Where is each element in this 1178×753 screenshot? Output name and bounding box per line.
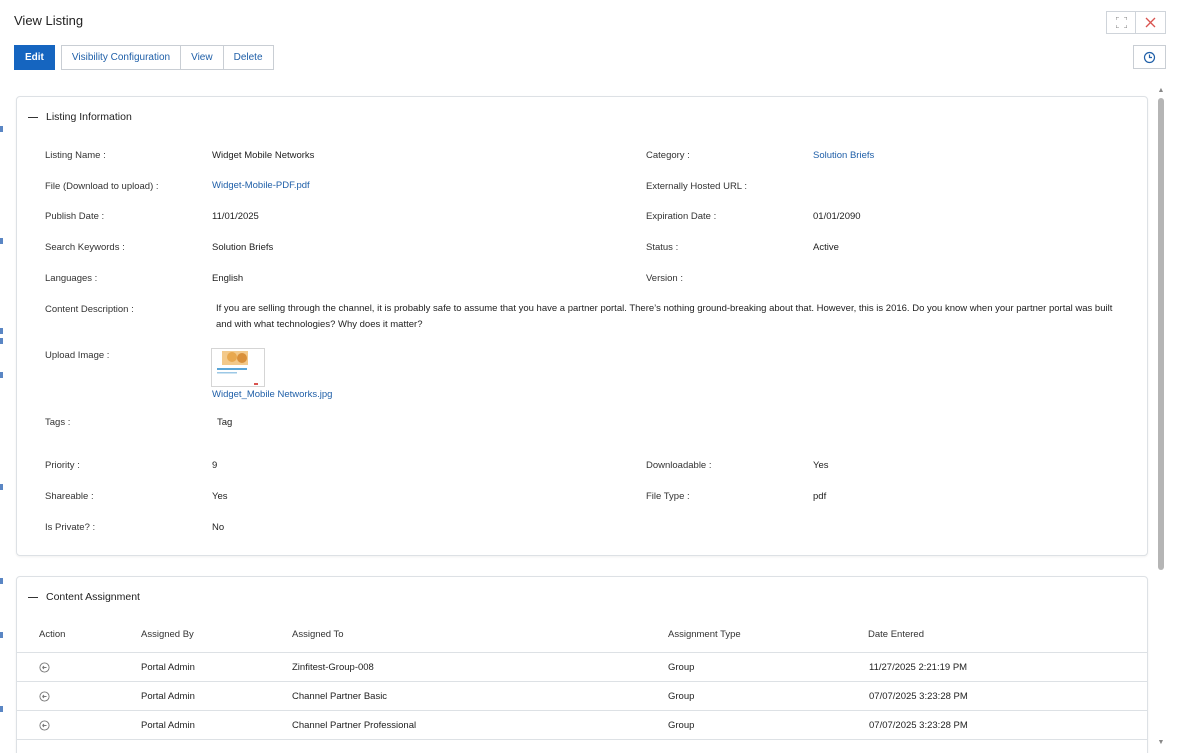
window-controls bbox=[1106, 11, 1166, 34]
column-header-action[interactable]: Action bbox=[39, 629, 65, 640]
hosted-url-label: Externally Hosted URL : bbox=[646, 181, 748, 192]
tag-value: Tag bbox=[217, 417, 233, 428]
version-label: Version : bbox=[646, 273, 683, 284]
content-assignment-header[interactable]: Content Assignment bbox=[28, 591, 140, 603]
assignment-type-cell: Group bbox=[668, 720, 695, 731]
priority-label: Priority : bbox=[45, 460, 80, 471]
background-page-edge bbox=[0, 0, 3, 753]
revoke-icon[interactable] bbox=[39, 720, 50, 731]
close-icon bbox=[1145, 17, 1156, 28]
edit-button[interactable]: Edit bbox=[14, 45, 55, 70]
assigned-to-cell: Zinfitest-Group-008 bbox=[292, 662, 374, 673]
scroll-up-arrow[interactable]: ▲ bbox=[1157, 87, 1165, 95]
history-button[interactable] bbox=[1133, 45, 1166, 69]
expiration-date-value: 01/01/2090 bbox=[813, 211, 861, 222]
delete-button[interactable]: Delete bbox=[223, 45, 274, 70]
priority-value: 9 bbox=[212, 460, 218, 471]
date-entered-cell: 07/07/2025 3:23:28 PM bbox=[869, 720, 968, 731]
scroll-down-arrow[interactable]: ▼ bbox=[1157, 739, 1165, 747]
collapse-icon bbox=[28, 116, 38, 118]
status-value: Active bbox=[813, 242, 839, 253]
status-label: Status : bbox=[646, 242, 679, 253]
upload-image-label: Upload Image : bbox=[45, 350, 110, 361]
assigned-by-cell: Portal Admin bbox=[141, 720, 195, 731]
content-description-label: Content Description : bbox=[45, 304, 134, 315]
revoke-icon[interactable] bbox=[39, 691, 50, 702]
visibility-configuration-button[interactable]: Visibility Configuration bbox=[60, 45, 182, 70]
scrollbar-thumb[interactable] bbox=[1158, 98, 1164, 570]
column-header-assignment-type[interactable]: Assignment Type bbox=[668, 629, 741, 640]
listing-name-value: Widget Mobile Networks bbox=[212, 150, 315, 161]
column-header-assigned-to[interactable]: Assigned To bbox=[292, 629, 344, 640]
view-button[interactable]: View bbox=[181, 45, 224, 70]
close-button[interactable] bbox=[1136, 11, 1166, 34]
content-description-value: If you are selling through the channel, … bbox=[216, 303, 1113, 330]
shareable-value: Yes bbox=[212, 491, 228, 502]
file-label: File (Download to upload) : bbox=[45, 181, 159, 192]
assigned-by-cell: Portal Admin bbox=[141, 662, 195, 673]
upload-image-link[interactable]: Widget_Mobile Networks.jpg bbox=[212, 389, 332, 400]
search-keywords-value: Solution Briefs bbox=[212, 242, 274, 253]
section-title: Content Assignment bbox=[46, 591, 140, 603]
collapse-icon bbox=[28, 596, 38, 598]
history-icon bbox=[1143, 51, 1156, 63]
shareable-label: Shareable : bbox=[45, 491, 94, 502]
category-label: Category : bbox=[646, 150, 690, 161]
column-header-assigned-by[interactable]: Assigned By bbox=[141, 629, 194, 640]
file-type-value: pdf bbox=[813, 491, 827, 502]
table-row: Portal Admin Zinfitest-Group-008 Group 1… bbox=[17, 652, 1147, 681]
downloadable-label: Downloadable : bbox=[646, 460, 712, 471]
assigned-to-cell: Channel Partner Professional bbox=[292, 720, 417, 731]
action-toolbar: Edit Visibility Configuration View Delet… bbox=[14, 45, 274, 70]
column-header-date-entered[interactable]: Date Entered bbox=[868, 629, 924, 640]
maximize-button[interactable] bbox=[1106, 11, 1136, 34]
is-private-label: Is Private? : bbox=[45, 522, 96, 533]
listing-information-header[interactable]: Listing Information bbox=[28, 111, 132, 123]
tags-label: Tags : bbox=[45, 417, 71, 428]
publish-date-label: Publish Date : bbox=[45, 211, 105, 222]
file-download-link[interactable]: Widget-Mobile-PDF.pdf bbox=[212, 180, 310, 191]
listing-image-thumbnail[interactable] bbox=[211, 348, 265, 387]
category-link[interactable]: Solution Briefs bbox=[813, 150, 874, 161]
date-entered-cell: 11/27/2025 2:21:19 PM bbox=[869, 662, 968, 673]
languages-value: English bbox=[212, 273, 244, 284]
listing-information-panel: Listing Information Listing Name : Widge… bbox=[16, 96, 1148, 556]
assignment-type-cell: Group bbox=[668, 691, 695, 702]
is-private-value: No bbox=[212, 522, 225, 533]
table-row: Portal Admin Channel Partner Basic Group… bbox=[17, 681, 1147, 710]
file-type-label: File Type : bbox=[646, 491, 690, 502]
table-row bbox=[17, 739, 1147, 753]
date-entered-cell: 07/07/2025 3:23:28 PM bbox=[869, 691, 968, 702]
downloadable-value: Yes bbox=[813, 460, 829, 471]
content-assignment-panel: Content Assignment Action Assigned By As… bbox=[16, 576, 1148, 753]
vertical-scrollbar[interactable]: ▲ ▼ bbox=[1156, 87, 1166, 747]
section-title: Listing Information bbox=[46, 111, 132, 123]
search-keywords-label: Search Keywords : bbox=[45, 242, 125, 253]
listing-name-label: Listing Name : bbox=[45, 150, 106, 161]
dialog-title: View Listing bbox=[14, 13, 84, 28]
expand-icon bbox=[1115, 17, 1127, 28]
assignment-type-cell: Group bbox=[668, 662, 695, 673]
expiration-date-label: Expiration Date : bbox=[646, 211, 717, 222]
assigned-by-cell: Portal Admin bbox=[141, 691, 195, 702]
table-row: Portal Admin Channel Partner Professiona… bbox=[17, 710, 1147, 739]
assigned-to-cell: Channel Partner Basic bbox=[292, 691, 388, 702]
languages-label: Languages : bbox=[45, 273, 98, 284]
publish-date-value: 11/01/2025 bbox=[212, 211, 259, 222]
revoke-icon[interactable] bbox=[39, 662, 50, 673]
